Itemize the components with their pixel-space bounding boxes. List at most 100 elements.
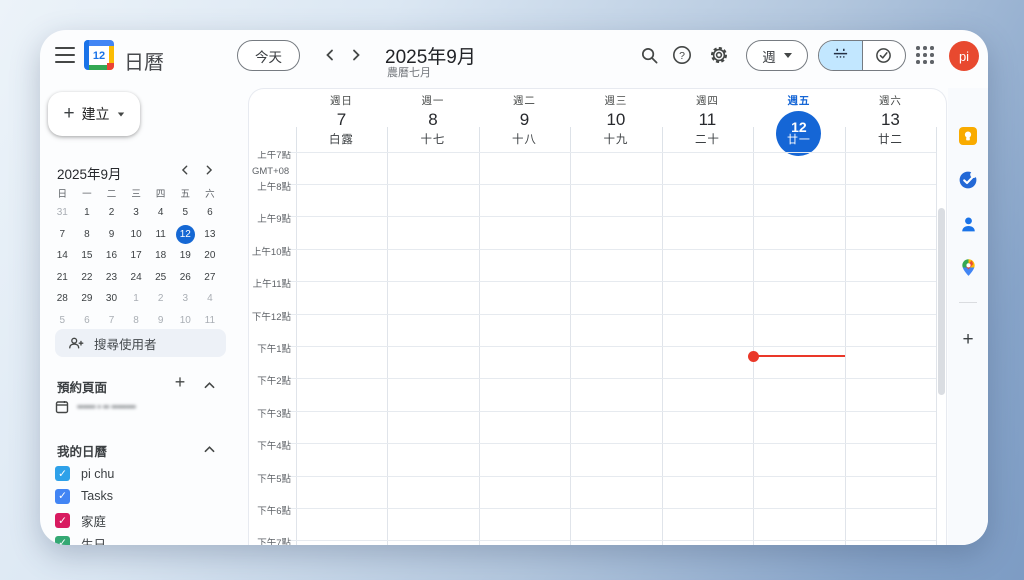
mini-calendar-day[interactable]: 18 — [148, 245, 173, 267]
today-date-circle[interactable]: 12廿一 — [776, 111, 821, 156]
mini-calendar-day[interactable]: 28 — [50, 288, 75, 310]
prev-week-icon[interactable] — [321, 46, 339, 64]
hour-grid-line — [289, 443, 936, 444]
lunar-date-label: 十八 — [479, 131, 571, 147]
check-circle-icon — [875, 47, 892, 64]
mini-calendar-day[interactable]: 9 — [148, 310, 173, 332]
calendar-list-item[interactable]: ✓pi chu — [55, 466, 114, 481]
mini-calendar-day[interactable]: 8 — [124, 310, 149, 332]
mini-calendar-day[interactable]: 27 — [198, 267, 223, 289]
lunar-date-label: 十九 — [570, 131, 662, 147]
calendar-label: 家庭 — [81, 511, 106, 530]
week-grid-scroll-area[interactable]: 上午7點上午8點上午9點上午10點上午11點下午12點下午1點下午2點下午3點下… — [249, 151, 946, 545]
plus-icon: + — [63, 103, 74, 125]
mini-calendar-next-icon[interactable] — [201, 162, 217, 178]
grid-scrollbar[interactable] — [938, 208, 945, 395]
mini-calendar-day[interactable]: 5 — [173, 202, 198, 224]
mini-calendar-day[interactable]: 24 — [124, 267, 149, 289]
mini-calendar-day[interactable]: 2 — [148, 288, 173, 310]
mini-calendar-weekday: 六 — [198, 186, 223, 200]
mini-calendar-day[interactable]: 10 — [124, 224, 149, 246]
mini-calendar-day[interactable]: 4 — [198, 288, 223, 310]
appointment-schedule-item[interactable]: ▪▪▪▪▪▪ ▪ ▪▪ ▪▪▪▪▪▪▪▪ — [55, 400, 136, 414]
mini-calendar-day[interactable]: 21 — [50, 267, 75, 289]
maps-icon[interactable] — [958, 257, 978, 277]
mini-calendar-day[interactable]: 26 — [173, 267, 198, 289]
search-people-button[interactable]: 搜尋使用者 — [55, 329, 226, 357]
hour-grid-line — [289, 152, 936, 153]
calendar-list-item[interactable]: ✓ 家庭 — [55, 511, 106, 530]
gear-icon[interactable] — [709, 45, 729, 65]
mini-calendar-day[interactable]: 11 — [148, 224, 173, 246]
mini-calendar-day[interactable]: 17 — [124, 245, 149, 267]
calendar-app-window: 12 日曆 今天 2025年9月 農曆七月 ? 週 pi + 建立 20 — [40, 30, 988, 545]
calendar-checkbox[interactable]: ✓ — [55, 536, 70, 546]
calendar-label: Tasks — [81, 489, 113, 503]
day-header[interactable]: 週四11二十 — [662, 89, 754, 151]
mini-calendar-day[interactable]: 6 — [75, 310, 100, 332]
mini-calendar-day[interactable]: 25 — [148, 267, 173, 289]
mini-calendar-day[interactable]: 7 — [50, 224, 75, 246]
day-header[interactable]: 週一8十七 — [387, 89, 479, 151]
today-button[interactable]: 今天 — [237, 40, 300, 71]
mini-calendar-day[interactable]: 1 — [75, 202, 100, 224]
mini-calendar-day[interactable]: 23 — [99, 267, 124, 289]
next-week-icon[interactable] — [347, 46, 365, 64]
mini-calendar-day[interactable]: 6 — [198, 202, 223, 224]
calendar-list-item[interactable]: ✓ Tasks — [55, 489, 113, 504]
mini-calendar-selected-day[interactable]: 12 — [173, 224, 198, 246]
day-header[interactable]: 週六13廿二 — [845, 89, 937, 151]
collapse-appointments-icon[interactable] — [200, 376, 218, 394]
main-menu-icon[interactable] — [55, 47, 75, 63]
help-icon[interactable]: ? — [672, 45, 692, 65]
day-header-divider — [479, 127, 480, 151]
tasks-view-toggle[interactable] — [862, 41, 906, 70]
mini-calendar-day[interactable]: 16 — [99, 245, 124, 267]
mini-calendar-day[interactable]: 10 — [173, 310, 198, 332]
add-appointment-icon[interactable]: + — [171, 373, 189, 391]
mini-calendar-day[interactable]: 2 — [99, 202, 124, 224]
keep-icon[interactable] — [958, 126, 978, 146]
mini-calendar-day[interactable]: 3 — [124, 202, 149, 224]
hour-grid-line — [289, 476, 936, 477]
tasks-icon[interactable] — [958, 170, 978, 190]
mini-calendar-day[interactable]: 19 — [173, 245, 198, 267]
mini-calendar-day[interactable]: 7 — [99, 310, 124, 332]
create-button[interactable]: + 建立 — [48, 92, 140, 136]
appointment-schedule-label: ▪▪▪▪▪▪ ▪ ▪▪ ▪▪▪▪▪▪▪▪ — [77, 402, 136, 413]
apps-grid-icon[interactable] — [916, 46, 935, 65]
calendar-checkbox[interactable]: ✓ — [55, 466, 70, 481]
mini-calendar-day[interactable]: 3 — [173, 288, 198, 310]
calendar-checkbox[interactable]: ✓ — [55, 489, 70, 504]
day-header-today[interactable]: 週五12廿一 — [753, 89, 845, 151]
mini-calendar-day[interactable]: 13 — [198, 224, 223, 246]
mini-calendar-day[interactable]: 15 — [75, 245, 100, 267]
mini-calendar-day[interactable]: 9 — [99, 224, 124, 246]
day-header[interactable]: 週二9十八 — [479, 89, 571, 151]
mini-calendar-day[interactable]: 29 — [75, 288, 100, 310]
get-addons-icon[interactable]: + — [958, 330, 978, 350]
mini-calendar-day[interactable]: 5 — [50, 310, 75, 332]
mini-calendar-prev-icon[interactable] — [177, 162, 193, 178]
mini-calendar-day[interactable]: 4 — [148, 202, 173, 224]
calendar-checkbox[interactable]: ✓ — [55, 513, 70, 528]
mini-calendar-day[interactable]: 8 — [75, 224, 100, 246]
mini-calendar-day[interactable]: 30 — [99, 288, 124, 310]
day-header[interactable]: 週日7白露 — [296, 89, 388, 151]
mini-calendar-day[interactable]: 11 — [198, 310, 223, 332]
day-header[interactable]: 週三10十九 — [570, 89, 662, 151]
mini-calendar-day[interactable]: 31 — [50, 202, 75, 224]
view-selector-dropdown[interactable]: 週 — [746, 40, 808, 71]
mini-calendar-day[interactable]: 22 — [75, 267, 100, 289]
contacts-icon[interactable] — [958, 214, 978, 234]
calendar-list-item[interactable]: ✓生日 — [55, 534, 106, 546]
mini-calendar-day[interactable]: 1 — [124, 288, 149, 310]
collapse-my-calendars-icon[interactable] — [200, 440, 218, 458]
mini-calendar-day[interactable]: 14 — [50, 245, 75, 267]
lunar-month-subtitle: 農曆七月 — [387, 64, 431, 80]
calendar-view-toggle[interactable] — [819, 41, 862, 70]
side-panel-divider — [959, 302, 977, 303]
mini-calendar-day[interactable]: 20 — [198, 245, 223, 267]
profile-avatar[interactable]: pi — [949, 41, 979, 71]
search-icon[interactable] — [639, 45, 659, 65]
